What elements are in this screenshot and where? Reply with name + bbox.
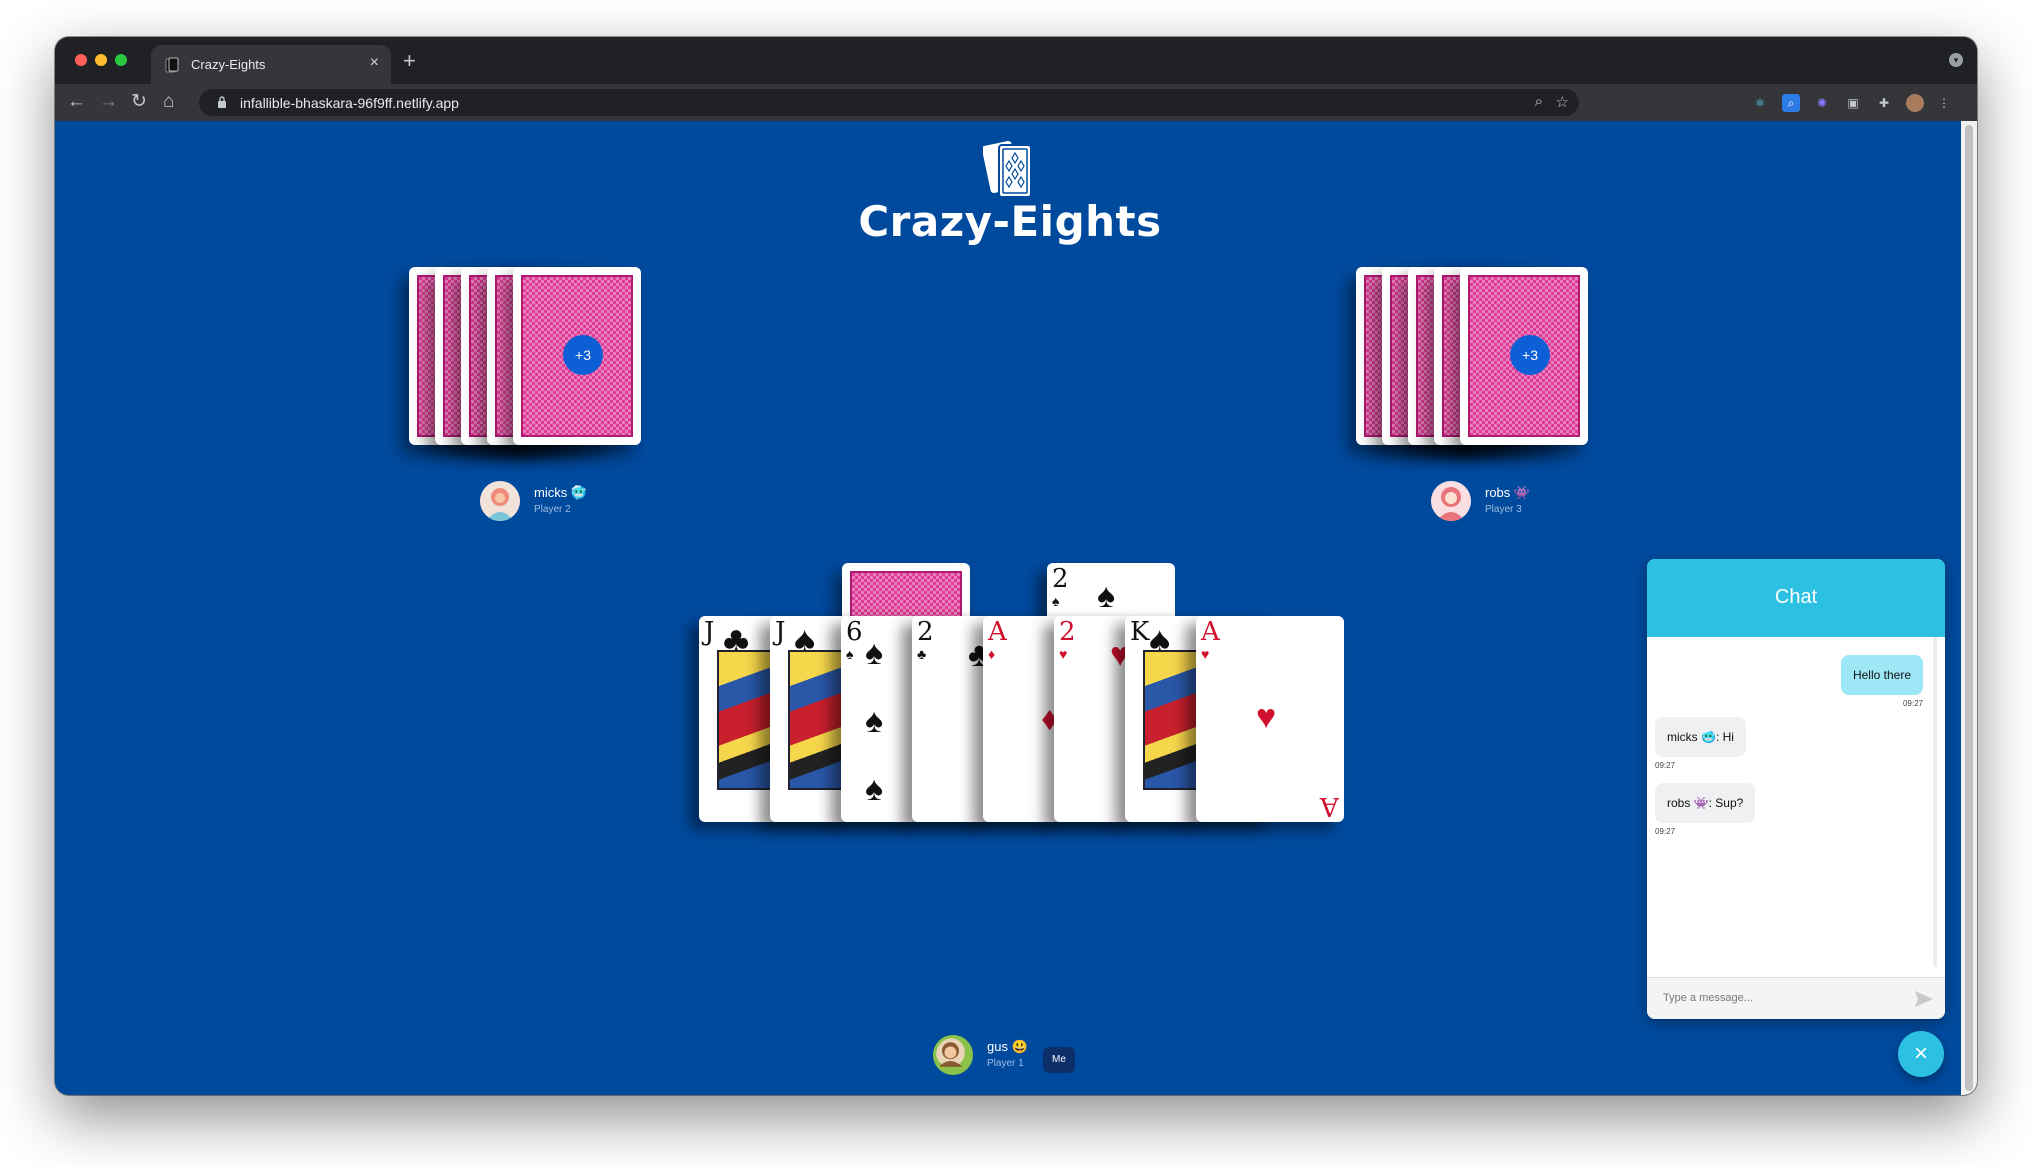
browser-window: Crazy-Eights × + ▾ ← → ↻ ⌂ infallible-bh… <box>55 37 1977 1095</box>
bookmark-star-icon[interactable]: ☆ <box>1556 93 1569 111</box>
forward-button[interactable]: → <box>99 90 118 114</box>
game-title: Crazy-Eights <box>858 197 1162 246</box>
minimize-window-button[interactable] <box>95 54 107 66</box>
card-rank: J <box>775 617 786 647</box>
opponent-card-back: +3 <box>513 267 641 445</box>
card-suit: ♥ <box>1059 646 1068 662</box>
card-rank: K <box>1130 617 1150 647</box>
card-suit: ♠ <box>865 702 884 740</box>
player-robs: robs 👾 Player 3 <box>1431 481 1581 525</box>
cards-logo-icon <box>983 140 1032 198</box>
new-tab-button[interactable]: + <box>403 48 416 74</box>
hand-card[interactable]: A ♥ ♥ A <box>1196 616 1344 822</box>
me-badge: Me <box>1043 1047 1075 1073</box>
browser-tab[interactable]: Crazy-Eights × <box>151 45 391 84</box>
player-role: Player 3 <box>1485 504 1522 515</box>
card-rank: 2 <box>1052 564 1069 594</box>
card-suit: ♠ <box>846 646 854 662</box>
card-rank: J <box>704 617 715 647</box>
url-text: infallible-bhaskara-96f9ff.netlify.app <box>240 95 459 111</box>
extension-icon[interactable]: ⌕ <box>1782 94 1800 112</box>
cards-favicon-icon <box>165 57 179 73</box>
player-name: gus 😃 <box>987 1039 1028 1054</box>
page-scrollbar-thumb[interactable] <box>1965 125 1973 1091</box>
tab-title: Crazy-Eights <box>191 57 266 72</box>
close-icon: × <box>1913 1040 1928 1067</box>
avatar-icon <box>480 481 520 521</box>
game-page: Crazy-Eights +3 micks 🥶 Player 2 +3 robs… <box>55 121 1961 1095</box>
card-suit: ♠ <box>1052 593 1060 609</box>
player-name: robs 👾 <box>1485 485 1531 500</box>
player-name: micks 🥶 <box>534 485 588 500</box>
player-role: Player 2 <box>534 504 571 515</box>
close-window-button[interactable] <box>75 54 87 66</box>
tab-close-icon[interactable]: × <box>370 54 379 72</box>
media-control-icon[interactable]: ▣ <box>1844 94 1862 112</box>
card-suit: ♥ <box>1201 646 1210 662</box>
profile-avatar[interactable] <box>1906 94 1924 112</box>
card-rank: 6 <box>846 617 863 647</box>
card-suit: ♠ <box>865 770 884 808</box>
home-button[interactable]: ⌂ <box>163 90 174 114</box>
send-icon[interactable] <box>1913 988 1935 1010</box>
browser-menu-icon[interactable]: ⋮ <box>1935 94 1953 112</box>
extra-cards-badge: +3 <box>1510 335 1550 375</box>
react-devtools-extension-icon[interactable]: ⚛ <box>1751 94 1769 112</box>
back-button[interactable]: ← <box>67 90 86 114</box>
message-time: 09:27 <box>1655 827 1676 836</box>
opponent-card-back: +3 <box>1460 267 1588 445</box>
message-time: 09:27 <box>1902 699 1923 708</box>
message-time: 09:27 <box>1655 761 1676 770</box>
card-rank: 2 <box>917 617 934 647</box>
avatar-icon <box>936 1038 965 1067</box>
player-me: gus 😃 Player 1 Me <box>933 1035 1093 1079</box>
card-suit: ♠ <box>865 634 884 672</box>
avatar <box>933 1035 973 1075</box>
lock-icon <box>218 96 226 108</box>
card-suit: ♦ <box>988 646 996 662</box>
extra-cards-badge: +3 <box>563 335 603 375</box>
player-role: Player 1 <box>987 1058 1024 1069</box>
chat-title: Chat <box>1647 559 1945 637</box>
card-rank: A <box>988 617 1007 647</box>
tab-search-icon[interactable]: ▾ <box>1949 53 1963 67</box>
reload-button[interactable]: ↻ <box>131 90 147 114</box>
card-suit: ♠ <box>1097 577 1116 615</box>
zoom-icon[interactable]: ⌕ <box>1535 93 1543 110</box>
address-bar[interactable]: infallible-bhaskara-96f9ff.netlify.app ⌕… <box>199 89 1579 116</box>
chat-message-in: robs 👾: Sup? <box>1655 783 1756 823</box>
redux-extension-icon[interactable]: ✺ <box>1813 94 1831 112</box>
card-rank: A <box>1320 791 1339 821</box>
card-suit: ♥ <box>1256 698 1277 736</box>
chat-panel: Chat Hello there 09:27 micks 🥶: Hi 09:27… <box>1647 559 1945 1019</box>
page-scrollbar[interactable] <box>1961 121 1977 1095</box>
chat-message-input[interactable]: Type a message... <box>1647 977 1945 1019</box>
chat-input-placeholder: Type a message... <box>1663 992 1753 1004</box>
card-rank: 2 <box>1059 617 1076 647</box>
player-micks: micks 🥶 Player 2 <box>480 481 630 525</box>
avatar-icon <box>1431 481 1471 521</box>
avatar <box>480 481 520 521</box>
card-rank: A <box>1201 617 1220 647</box>
card-suit: ♣ <box>917 646 927 662</box>
extensions-puzzle-icon[interactable]: ✚ <box>1875 94 1893 112</box>
chat-message-in: micks 🥶: Hi <box>1655 717 1746 757</box>
browser-toolbar: ← → ↻ ⌂ infallible-bhaskara-96f9ff.netli… <box>55 84 1977 121</box>
tab-bar: Crazy-Eights × + ▾ <box>55 37 1977 84</box>
avatar <box>1431 481 1471 521</box>
maximize-window-button[interactable] <box>115 54 127 66</box>
chat-scrollbar[interactable] <box>1933 637 1937 967</box>
chat-message-out: Hello there <box>1840 655 1923 695</box>
close-chat-button[interactable]: × <box>1898 1031 1944 1077</box>
